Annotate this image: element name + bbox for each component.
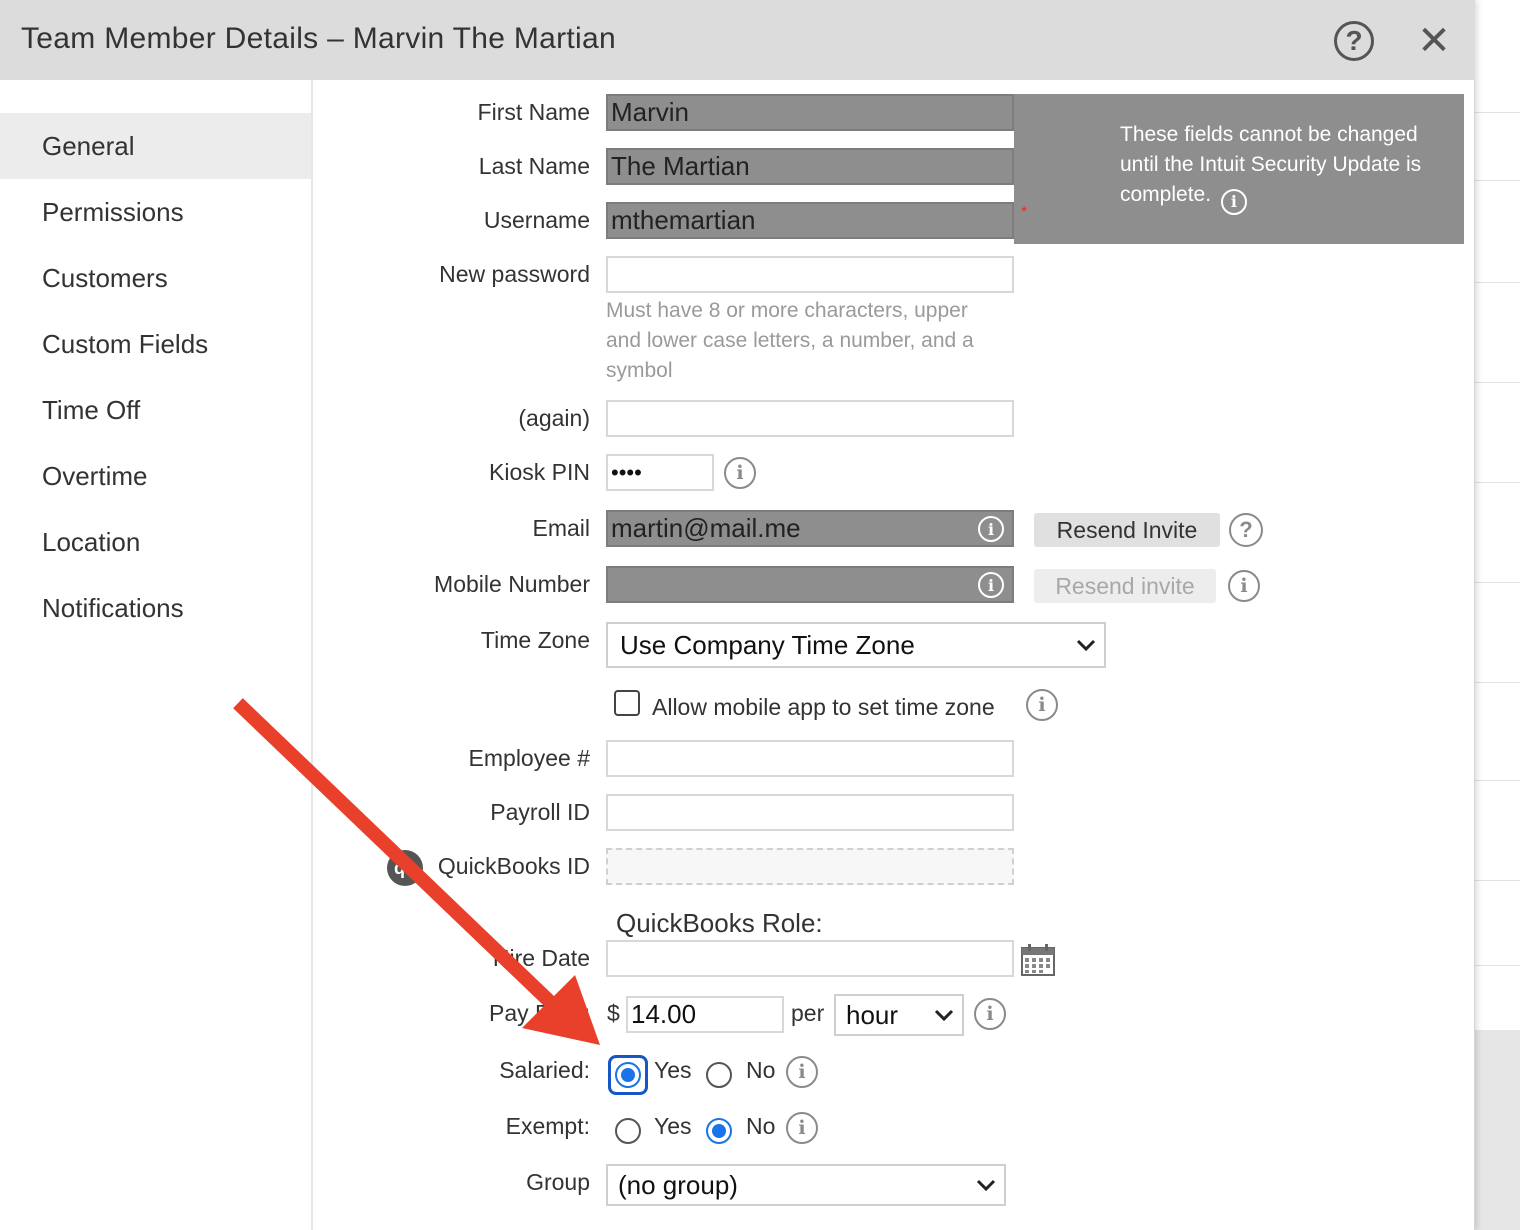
resend-invite-email-button[interactable]: Resend Invite <box>1034 513 1220 547</box>
email-label: Email <box>532 515 590 541</box>
salaried-label: Salaried: <box>499 1057 590 1083</box>
chevron-down-icon <box>1076 639 1096 652</box>
info-icon[interactable]: i <box>786 1112 818 1144</box>
sidebar-nav: General Permissions Customers Custom Fie… <box>0 80 313 1230</box>
allow-mobile-tz-label: Allow mobile app to set time zone <box>652 694 995 720</box>
sidebar-item-overtime[interactable]: Overtime <box>0 443 311 509</box>
exempt-no-radio[interactable] <box>706 1118 732 1144</box>
new-password-input[interactable] <box>606 256 1014 293</box>
employee-number-label: Employee # <box>468 745 590 771</box>
username-field: mthemartian <box>606 202 1014 239</box>
salaried-yes-radio[interactable] <box>615 1062 641 1088</box>
hire-date-label: Hire Date <box>492 945 590 971</box>
close-icon[interactable]: ✕ <box>1413 19 1455 63</box>
mobile-number-label: Mobile Number <box>434 571 590 597</box>
background-divider <box>1474 780 1520 781</box>
username-label: Username <box>483 207 590 233</box>
sidebar-item-custom-fields[interactable]: Custom Fields <box>0 311 311 377</box>
question-circle-icon: ? <box>1334 21 1374 61</box>
locked-fields-note-text: These fields cannot be changed until the… <box>1120 123 1422 206</box>
payroll-id-input[interactable] <box>606 794 1014 831</box>
info-icon[interactable]: i <box>978 572 1004 598</box>
question-circle-icon[interactable]: ? <box>1229 513 1263 547</box>
info-icon[interactable]: i <box>1026 689 1058 721</box>
background-divider <box>1474 482 1520 483</box>
kiosk-pin-label: Kiosk PIN <box>489 459 590 485</box>
required-mark: * <box>1021 204 1028 221</box>
password-again-label: (again) <box>518 405 590 431</box>
sidebar-item-customers[interactable]: Customers <box>0 245 311 311</box>
resend-invite-mobile-button[interactable]: Resend invite <box>1034 569 1216 603</box>
background-divider <box>1474 880 1520 881</box>
sidebar-item-time-off[interactable]: Time Off <box>0 377 311 443</box>
background-divider <box>1474 282 1520 283</box>
background-divider <box>1474 682 1520 683</box>
first-name-field: Marvin <box>606 94 1014 131</box>
quickbooks-id-label: QuickBooks ID <box>437 853 590 879</box>
quickbooks-role-label: QuickBooks Role: <box>616 908 823 938</box>
payroll-id-label: Payroll ID <box>490 799 590 825</box>
allow-mobile-tz-checkbox[interactable] <box>614 690 640 716</box>
last-name-field: The Martian <box>606 148 1014 185</box>
currency-symbol: $ <box>607 1000 620 1026</box>
salaried-no-radio[interactable] <box>706 1062 732 1088</box>
time-zone-label: Time Zone <box>480 627 590 653</box>
sidebar-item-general[interactable]: General <box>0 113 311 179</box>
email-field: martin@mail.me <box>606 510 1014 547</box>
exempt-yes-label: Yes <box>654 1113 692 1139</box>
last-name-label: Last Name <box>478 153 590 179</box>
info-icon[interactable]: i <box>974 998 1006 1030</box>
salaried-yes-label: Yes <box>654 1057 692 1083</box>
background-divider <box>1474 965 1520 966</box>
quickbooks-id-field <box>606 848 1014 885</box>
info-icon[interactable]: i <box>1228 570 1260 602</box>
info-icon[interactable]: i <box>978 516 1004 542</box>
pay-rate-input[interactable]: 14.00 <box>626 996 784 1033</box>
mobile-number-field <box>606 566 1014 603</box>
pay-rate-label: Pay Rate: <box>489 1000 590 1026</box>
first-name-label: First Name <box>477 99 590 125</box>
pay-rate-unit-selected: hour <box>846 999 899 1030</box>
chevron-down-icon <box>976 1179 996 1192</box>
kiosk-pin-input[interactable]: •••• <box>606 454 714 491</box>
salaried-no-label: No <box>746 1057 776 1083</box>
time-zone-selected: Use Company Time Zone <box>620 629 915 660</box>
per-label: per <box>791 1000 825 1026</box>
password-hint: Must have 8 or more characters, upper an… <box>606 299 974 382</box>
sidebar-item-notifications[interactable]: Notifications <box>0 575 311 641</box>
pay-rate-unit-select[interactable]: hour <box>834 994 964 1036</box>
info-icon[interactable]: i <box>724 457 756 489</box>
employee-number-input[interactable] <box>606 740 1014 777</box>
background-divider <box>1474 582 1520 583</box>
background-shade <box>1474 1030 1520 1230</box>
info-icon[interactable]: i <box>1220 189 1247 215</box>
locked-fields-note: These fields cannot be changed until the… <box>1120 120 1450 215</box>
background-divider <box>1474 382 1520 383</box>
group-select[interactable]: (no group) <box>606 1164 1006 1206</box>
group-label: Group <box>526 1169 590 1195</box>
quickbooks-logo: qb <box>387 850 423 886</box>
exempt-label: Exempt: <box>505 1113 590 1139</box>
new-password-label: New password <box>439 261 590 287</box>
calendar-icon[interactable] <box>1021 944 1055 976</box>
sidebar-item-location[interactable]: Location <box>0 509 311 575</box>
group-selected: (no group) <box>618 1169 738 1200</box>
background-divider <box>1474 180 1520 181</box>
exempt-no-label: No <box>746 1113 776 1139</box>
exempt-yes-radio[interactable] <box>615 1118 641 1144</box>
info-icon[interactable]: i <box>786 1056 818 1088</box>
help-button[interactable]: ? <box>1333 20 1375 62</box>
dialog-titlebar: Team Member Details – Marvin The Martian… <box>0 0 1475 80</box>
time-zone-select[interactable]: Use Company Time Zone <box>606 622 1106 668</box>
password-again-input[interactable] <box>606 400 1014 437</box>
chevron-down-icon <box>934 1009 954 1022</box>
hire-date-input[interactable] <box>606 940 1014 977</box>
dialog-title: Team Member Details – Marvin The Martian <box>21 22 616 55</box>
sidebar-item-permissions[interactable]: Permissions <box>0 179 311 245</box>
background-divider <box>1474 112 1520 113</box>
